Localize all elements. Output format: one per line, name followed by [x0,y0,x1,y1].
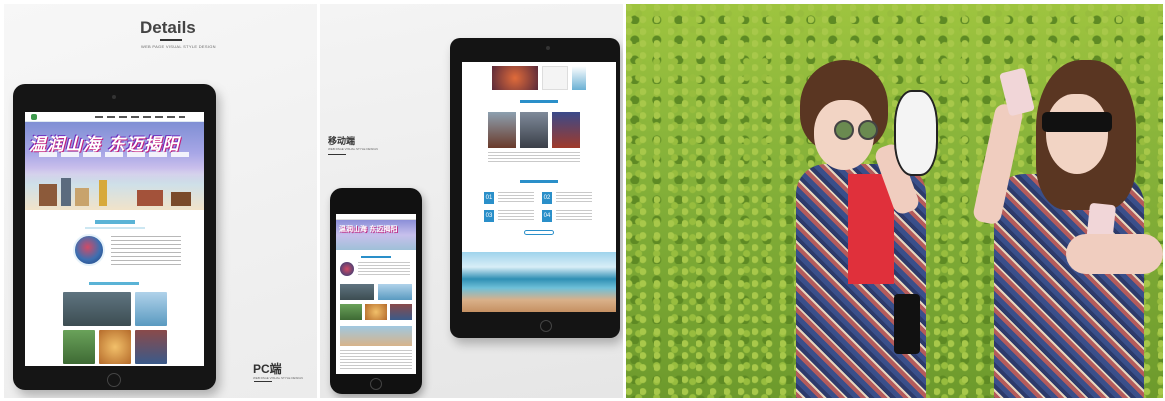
round-sunglasses-icon [858,120,878,140]
phone-screen: 温润山海 东迈揭阳 [336,214,416,374]
photo-tile [552,112,580,148]
pc-mockup-panel: Details WEB PAGE VISUAL STYLE DESIGN 温润山… [4,4,317,398]
section-heading [520,180,558,183]
phone-device: 温润山海 东迈揭阳 [330,188,422,394]
pc-subtitle: WEB PAGE VISUAL STYLE DESIGN [253,376,303,380]
round-sunglasses-icon [834,120,854,140]
feature-circle-image [340,262,354,276]
photo-tile [378,284,412,300]
title-underline [160,39,182,41]
foreground-hand [1066,234,1163,274]
site-banner: 温润山海 东迈揭阳 [25,122,204,210]
details-subtitle: WEB PAGE VISUAL STYLE DESIGN [141,44,216,49]
photo-tile [488,112,516,148]
photo-tile [63,330,95,364]
selfie-photo [626,4,1163,398]
photo-tile [63,292,131,326]
text-lines [556,192,592,204]
camera-dot [546,46,550,50]
beach-footer-image [462,252,616,312]
banner-slogan: 温润山海 东迈揭阳 [339,224,398,233]
details-title: Details [140,18,196,37]
photo-tile [390,304,412,320]
text-lines [498,192,534,204]
mobile-mockup-panel: 移动端 WEB PAGE VISUAL STYLE DESIGN 01 02 0… [320,4,623,398]
section-heading [520,100,558,103]
pc-label: PC端 [253,362,282,376]
text-lines [358,262,410,276]
text-card [542,66,568,90]
panda-phone-case-icon [894,90,938,176]
feature-text-lines [111,236,181,268]
text-lines [498,210,534,222]
caption-lines [488,152,580,164]
site-logo-icon [31,114,37,120]
pc-underline [254,381,272,382]
photo-tile [99,330,131,364]
home-button-icon [107,373,121,387]
photo-tile [135,330,167,364]
number-badge: 03 [484,210,494,222]
photo-tile [492,66,538,90]
mobile-subtitle: WEB PAGE VISUAL STYLE DESIGN [328,147,378,151]
site-banner: 温润山海 东迈揭阳 [336,220,416,250]
mobile-label: 移动端 [328,136,356,146]
dark-sunglasses-icon [1042,112,1112,132]
tablet-screen: 温润山海 东迈揭阳 [25,112,204,366]
photo-tile [340,304,362,320]
home-button-icon [540,320,552,332]
site-nav [95,116,185,118]
text-lines [340,350,412,370]
photo-tile [135,292,167,326]
photo-tile [572,66,586,90]
tablet-device: 01 02 03 04 [450,38,620,338]
face [1046,94,1108,174]
site-header [25,112,204,122]
photo-tile [340,326,412,346]
black-bag [894,294,920,354]
photo-tile [365,304,387,320]
home-button-icon [370,378,382,390]
banner-tags [39,152,189,157]
feature-circle-image [73,234,105,266]
more-button[interactable] [524,230,554,235]
tablet-screen: 01 02 03 04 [462,62,616,312]
text-lines [556,210,592,222]
tablet-device: 温润山海 东迈揭阳 [13,84,216,390]
banner-town-scene [25,168,204,210]
section-heading [361,256,391,258]
photo-tile [520,112,548,148]
number-badge: 04 [542,210,552,222]
photo-tile [340,284,374,300]
section-heading-2 [89,282,139,285]
number-badge: 02 [542,192,552,204]
camera-dot [112,95,116,99]
section-rule [84,227,145,229]
section-heading [94,220,135,224]
number-badge: 01 [484,192,494,204]
mobile-underline [328,154,346,155]
